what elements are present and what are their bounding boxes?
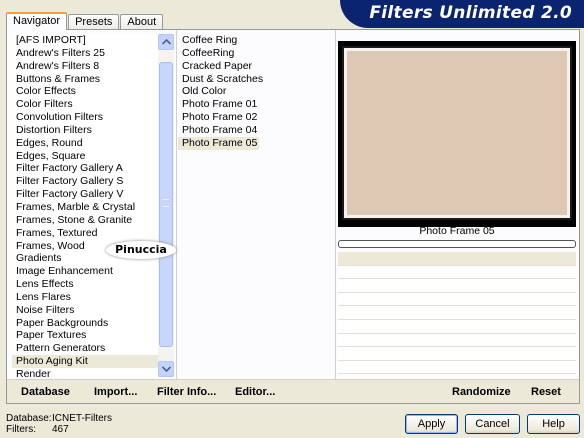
filter-item-label: Dust & Scratches	[182, 72, 264, 85]
app-title: Filters Unlimited 2.0	[369, 3, 572, 23]
scrollbar-thumb[interactable]	[159, 62, 173, 347]
filter-item[interactable]: Photo Frame 04	[178, 124, 332, 137]
category-item[interactable]: Frames, Stone & Granite	[12, 214, 174, 227]
param-row	[338, 320, 576, 334]
param-row	[338, 279, 576, 293]
status-info: Database: ICNET-Filters Filters: 467	[6, 413, 112, 435]
chevron-down-icon[interactable]	[158, 361, 174, 377]
param-row	[338, 252, 576, 266]
category-item[interactable]: Color Effects	[12, 85, 174, 98]
filter-item[interactable]: CoffeeRing	[178, 47, 332, 60]
param-row	[338, 266, 576, 280]
filter-item-label: Photo Frame 01	[182, 98, 258, 111]
filter-item-label: Photo Frame 05	[178, 136, 260, 150]
database-label: Database:	[6, 413, 52, 424]
category-scrollbar[interactable]	[158, 34, 174, 377]
database-button[interactable]: Database	[21, 386, 70, 398]
param-row	[338, 334, 576, 348]
category-item[interactable]: Filter Factory Gallery S	[12, 175, 174, 188]
category-item[interactable]: Paper Textures	[12, 329, 174, 342]
category-item[interactable]: Buttons & Frames	[12, 73, 174, 86]
help-button[interactable]: Help	[527, 414, 580, 434]
tab-presets[interactable]: Presets	[68, 14, 120, 30]
reset-button[interactable]: Reset	[531, 386, 561, 398]
filter-item[interactable]: Old Color	[178, 85, 332, 98]
category-item[interactable]: Photo Aging Kit	[12, 355, 174, 368]
category-item[interactable]: Andrew's Filters 25	[12, 47, 174, 60]
category-item[interactable]: Edges, Round	[12, 137, 174, 150]
filter-item[interactable]: Photo Frame 02	[178, 111, 332, 124]
category-item[interactable]: Edges, Square	[12, 150, 174, 163]
filter-item-label: Photo Frame 04	[182, 123, 258, 136]
filter-list[interactable]: Coffee Ring CoffeeRing Cracked Paper Dust &…	[178, 34, 332, 377]
category-item[interactable]: Frames, Marble & Crystal	[12, 201, 174, 214]
filter-item-label: CoffeeRing	[182, 46, 235, 59]
title-banner: Filters Unlimited 2.0	[340, 0, 584, 28]
category-item[interactable]: Lens Flares	[12, 291, 174, 304]
divider	[335, 30, 336, 379]
category-item[interactable]: Color Filters	[12, 98, 174, 111]
watermark: Pinuccia	[106, 241, 176, 259]
category-item[interactable]: Render	[12, 368, 174, 377]
param-row	[338, 293, 576, 307]
preview-image	[338, 41, 576, 227]
randomize-button[interactable]: Randomize	[452, 386, 511, 398]
filter-item-label: Cracked Paper	[182, 59, 253, 72]
editor-button[interactable]: Editor...	[235, 386, 275, 398]
preview-frame	[344, 48, 570, 218]
grip-icon	[163, 199, 169, 207]
param-row	[338, 306, 576, 320]
filter-name-label: Photo Frame 05	[419, 225, 495, 237]
category-item[interactable]: Filter Factory Gallery A	[12, 162, 174, 175]
category-item[interactable]: Distortion Filters	[12, 124, 174, 137]
category-item[interactable]: Convolution Filters	[12, 111, 174, 124]
category-item[interactable]: Pattern Generators	[12, 342, 174, 355]
progress-bar	[338, 240, 576, 248]
parameter-list[interactable]	[338, 252, 576, 375]
divider	[176, 30, 177, 379]
import-button[interactable]: Import...	[94, 386, 137, 398]
category-item[interactable]: Image Enhancement	[12, 265, 174, 278]
cancel-button[interactable]: Cancel	[465, 414, 520, 434]
filter-info-button[interactable]: Filter Info...	[157, 386, 216, 398]
category-item[interactable]: Frames, Textured	[12, 227, 174, 240]
filter-item-label: Photo Frame 02	[182, 111, 258, 124]
filter-item[interactable]: Photo Frame 05	[178, 136, 332, 150]
category-item[interactable]: Noise Filters	[12, 304, 174, 317]
filter-item[interactable]: Photo Frame 01	[178, 98, 332, 111]
filters-label: Filters:	[6, 424, 36, 435]
tab-strip: Navigator Presets About	[6, 12, 164, 30]
tab-navigator[interactable]: Navigator	[6, 12, 68, 30]
filter-item[interactable]: Dust & Scratches	[178, 73, 332, 86]
apply-button[interactable]: Apply	[405, 414, 458, 434]
category-list[interactable]: [AFS IMPORT] Andrew's Filters 25 Andrew's …	[12, 34, 174, 377]
category-item[interactable]: Lens Effects	[12, 278, 174, 291]
filters-count: 467	[52, 424, 69, 435]
filter-item[interactable]: Coffee Ring	[178, 34, 332, 47]
filter-item[interactable]: Cracked Paper	[178, 60, 332, 73]
navigator-toolbar: Database Import... Filter Info... Editor…	[7, 379, 579, 403]
filter-item-label: Old Color	[182, 85, 227, 98]
category-item[interactable]: Andrew's Filters 8	[12, 60, 174, 73]
category-item[interactable]: Paper Backgrounds	[12, 317, 174, 330]
filter-item-label: Coffee Ring	[182, 34, 238, 46]
param-row	[338, 361, 576, 375]
category-item[interactable]: Filter Factory Gallery V	[12, 188, 174, 201]
database-value: ICNET-Filters	[52, 413, 112, 424]
category-item[interactable]: [AFS IMPORT]	[12, 34, 174, 47]
chevron-up-icon[interactable]	[158, 34, 174, 50]
navigator-panel: [AFS IMPORT] Andrew's Filters 25 Andrew's …	[6, 29, 580, 404]
tab-about[interactable]: About	[120, 14, 164, 30]
param-row	[338, 347, 576, 361]
